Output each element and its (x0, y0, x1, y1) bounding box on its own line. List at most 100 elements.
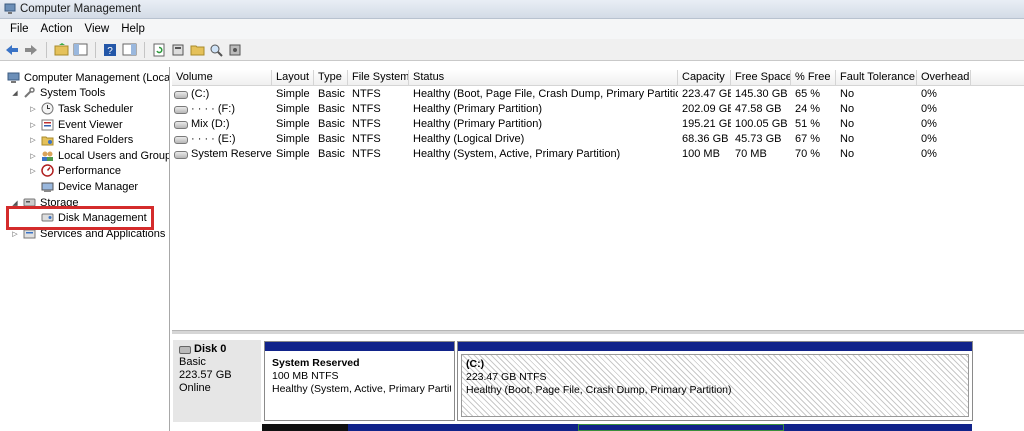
properties-icon[interactable] (169, 41, 187, 59)
disk-icon (179, 345, 191, 354)
column-header-file-system[interactable]: File System (348, 70, 409, 86)
search-disk-icon[interactable] (207, 41, 225, 59)
status-cell: Healthy (Primary Partition) (413, 103, 542, 115)
collapse-arrow-icon[interactable]: ◢ (10, 89, 20, 97)
disk-graphical-view: Disk 0 Basic 223.57 GB Online System Res… (172, 334, 1024, 431)
toolbar: ? (0, 39, 1024, 61)
drive-icon (174, 90, 188, 99)
next-disk-partitions-strip (262, 424, 972, 431)
volume-cell: (C:) (172, 87, 272, 102)
open-folder-icon[interactable] (188, 41, 206, 59)
expand-arrow-icon[interactable]: ▷ (28, 136, 38, 144)
tree-label: System Tools (40, 86, 106, 99)
column-header-free-space[interactable]: Free Space (731, 70, 791, 86)
partition-bar-segment (784, 424, 972, 431)
shared-folder-icon (40, 133, 54, 146)
tree-item-local-users-groups[interactable]: ▷ Local Users and Groups (28, 148, 169, 163)
users-icon (40, 149, 54, 162)
back-arrow-icon[interactable] (3, 41, 21, 59)
expand-arrow-icon[interactable]: ▷ (28, 152, 38, 160)
forward-arrow-icon[interactable] (22, 41, 40, 59)
tree-label: Event Viewer (58, 118, 123, 131)
drive-icon (174, 150, 188, 159)
tree-item-performance[interactable]: ▷ Performance (28, 163, 121, 178)
disk-size: 223.57 GB (179, 369, 232, 381)
refresh-icon[interactable] (150, 41, 168, 59)
partition-system-reserved[interactable]: System Reserved 100 MB NTFS Healthy (Sys… (264, 341, 455, 421)
capacity-cell: 202.09 GB (682, 103, 731, 115)
table-row[interactable]: (C:) Simple Basic NTFS Healthy (Boot, Pa… (172, 87, 1024, 102)
tree-item-event-viewer[interactable]: ▷ Event Viewer (28, 117, 123, 132)
expand-arrow-icon[interactable]: ▷ (28, 167, 38, 175)
show-hide-action-pane-icon[interactable] (120, 41, 138, 59)
volume-name: Mix (D:) (191, 118, 230, 130)
computer-management-icon (4, 3, 16, 14)
column-header-overhead[interactable]: Overhead (917, 70, 971, 86)
tree-label: Device Manager (58, 180, 139, 193)
up-folder-icon[interactable] (52, 41, 70, 59)
expand-arrow-icon[interactable]: ▷ (28, 121, 38, 129)
tree-item-system-tools[interactable]: ◢ System Tools (10, 85, 105, 100)
free-space-cell: 145.30 GB (735, 88, 788, 100)
tree-label: Task Scheduler (58, 102, 134, 115)
table-row[interactable]: Mix (D:) Simple Basic NTFS Healthy (Prim… (172, 117, 1024, 132)
disk-settings-icon[interactable] (226, 41, 244, 59)
expand-arrow-icon[interactable]: ▷ (28, 105, 38, 113)
column-header-capacity[interactable]: Capacity (678, 70, 731, 86)
column-header-type[interactable]: Type (314, 70, 348, 86)
menu-file[interactable]: File (4, 23, 35, 35)
overhead-cell: 0% (921, 103, 937, 115)
tree-item-computer-management[interactable]: Computer Management (Local (4, 70, 169, 85)
fault-tolerance-cell: No (840, 133, 855, 145)
disk-state: Online (179, 382, 211, 394)
file-system-cell: NTFS (352, 148, 381, 160)
menu-view[interactable]: View (79, 23, 116, 35)
table-row[interactable]: System Reserved Simple Basic NTFS Health… (172, 147, 1024, 162)
navigation-tree: Computer Management (Local ◢ System Tool… (2, 67, 170, 431)
capacity-cell: 100 MB (682, 148, 720, 160)
partition-c-drive[interactable]: (C:) 223.47 GB NTFS Healthy (Boot, Page … (457, 341, 973, 421)
volume-cell: · · · · (E:) (172, 132, 272, 147)
volume-name: · · · · (F:) (191, 103, 235, 115)
disk-name: Disk 0 (194, 343, 227, 355)
tree-item-shared-folders[interactable]: ▷ Shared Folders (28, 132, 133, 147)
type-cell: Basic (318, 118, 345, 130)
drive-icon (174, 135, 188, 144)
partition-bar-segment (348, 424, 578, 431)
free-space-cell: 100.05 GB (735, 118, 788, 130)
layout-cell: Simple (276, 118, 310, 130)
column-header-fault-tolerance[interactable]: Fault Tolerance (836, 70, 917, 86)
primary-partition-bar (265, 342, 454, 351)
table-row[interactable]: · · · · (F:) Simple Basic NTFS Healthy (… (172, 102, 1024, 117)
tree-label: Shared Folders (58, 133, 134, 146)
expand-arrow-icon[interactable]: ▷ (10, 230, 20, 238)
toolbar-separator (46, 41, 47, 58)
layout-cell: Simple (276, 133, 310, 145)
svg-text:?: ? (107, 46, 113, 57)
capacity-cell: 68.36 GB (682, 133, 729, 145)
type-cell: Basic (318, 88, 345, 100)
column-header-volume[interactable]: Volume (172, 70, 272, 86)
volume-cell: · · · · (F:) (172, 102, 272, 117)
column-header-percent-free[interactable]: % Free (791, 70, 836, 86)
tree-item-task-scheduler[interactable]: ▷ Task Scheduler (28, 101, 133, 116)
clock-icon (40, 102, 54, 115)
volume-name: (C:) (191, 88, 210, 100)
file-system-cell: NTFS (352, 133, 381, 145)
partition-size: 223.47 GB NTFS (466, 371, 547, 383)
column-header-layout[interactable]: Layout (272, 70, 314, 86)
partition-status: Healthy (Boot, Page File, Crash Dump, Pr… (466, 384, 732, 396)
capacity-cell: 195.21 GB (682, 118, 731, 130)
menu-help[interactable]: Help (115, 23, 151, 35)
show-hide-tree-icon[interactable] (71, 41, 89, 59)
menu-action[interactable]: Action (35, 23, 79, 35)
table-row[interactable]: · · · · (E:) Simple Basic NTFS Healthy (… (172, 132, 1024, 147)
tree-item-device-manager[interactable]: Device Manager (38, 179, 138, 194)
volume-name: · · · · (E:) (191, 133, 236, 145)
tools-icon (22, 86, 36, 99)
help-icon[interactable]: ? (101, 41, 119, 59)
disk-type: Basic (179, 356, 206, 368)
disk-0-label[interactable]: Disk 0 Basic 223.57 GB Online (173, 340, 261, 422)
column-header-status[interactable]: Status (409, 70, 678, 86)
overhead-cell: 0% (921, 88, 937, 100)
